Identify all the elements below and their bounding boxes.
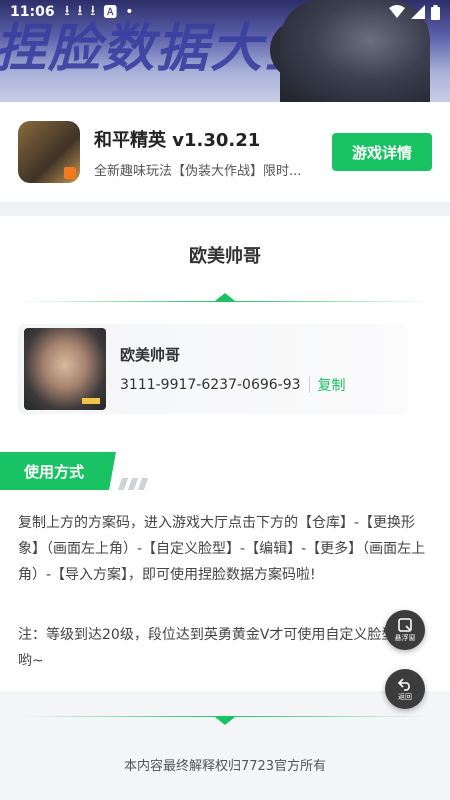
app-name: 和平精英 v1.30.21 <box>94 129 261 151</box>
copy-button[interactable]: 复制 <box>318 375 346 395</box>
status-time: 11:06 <box>10 4 55 20</box>
status-bar: 11:06 ⭳ ⭳ ⭳ 🅰 • <box>0 0 450 24</box>
app-icon[interactable] <box>18 121 80 183</box>
decorative-stripes <box>117 478 149 490</box>
footer-text: 本内容最终解释权归7723官方所有 <box>123 759 327 774</box>
download-icon: ⭳ <box>77 3 83 19</box>
download-icon: ⭳ <box>90 3 96 19</box>
main-content: 欧美帅哥 欧美帅哥 3111-9917-6237-0696-93 复制 使用方式… <box>0 216 450 691</box>
preset-code: 3111-9917-6237-0696-93 <box>120 376 301 393</box>
back-button[interactable]: 返回 <box>385 669 425 709</box>
section-title: 欧美帅哥 <box>189 246 261 267</box>
app-card: 和平精英 v1.30.21 全新趣味玩法【伪装大作战】限时... 游戏详情 <box>0 102 450 202</box>
font-icon: 🅰 <box>103 5 118 21</box>
battery-icon <box>431 4 440 20</box>
usage-tag: 使用方式 <box>0 452 116 490</box>
game-detail-button[interactable]: 游戏详情 <box>332 133 432 171</box>
section-gap <box>0 202 450 216</box>
back-label: 返回 <box>398 692 412 701</box>
download-icon: ⭳ <box>64 3 70 19</box>
back-icon <box>398 677 410 691</box>
wifi-icon <box>389 5 405 18</box>
dot-icon: • <box>125 4 134 20</box>
floating-window-button[interactable]: 悬浮窗 <box>385 610 425 650</box>
usage-instructions: 复制上方的方案码，进入游戏大厅点击下方的【仓库】-【更换形象】（画面左上角）-【… <box>18 515 426 583</box>
avatar <box>24 328 106 410</box>
app-description: 全新趣味玩法【伪装大作战】限时... <box>94 163 302 179</box>
triangle-up-icon <box>215 293 235 301</box>
preset-name: 欧美帅哥 <box>120 345 181 364</box>
bottom-area <box>0 691 450 800</box>
signal-icon <box>411 5 425 19</box>
triangle-down-icon <box>215 717 235 725</box>
preset-card: 欧美帅哥 3111-9917-6237-0696-93 复制 <box>18 324 408 414</box>
floating-window-icon <box>398 617 412 632</box>
floating-window-label: 悬浮窗 <box>394 633 416 642</box>
usage-note: 注：等级到达20级，段位达到英勇黄金V才可使用自定义脸型功能哟~ <box>18 627 424 669</box>
divider <box>22 301 428 302</box>
separator <box>308 376 310 393</box>
